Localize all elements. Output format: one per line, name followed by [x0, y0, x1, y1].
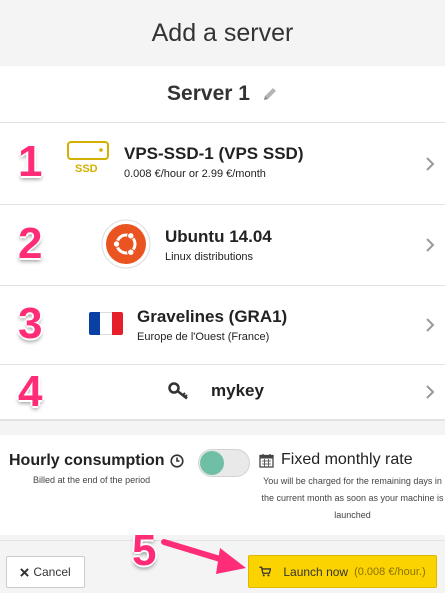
times-icon	[20, 567, 30, 577]
os-title: Ubuntu 14.04	[165, 227, 272, 246]
step-number-4: 4	[18, 367, 43, 416]
pencil-icon[interactable]	[262, 86, 278, 102]
hourly-consumption-label[interactable]: Hourly consumption	[9, 452, 165, 470]
arrow-icon	[161, 539, 246, 574]
model-subtitle: 0.008 €/hour or 2.99 €/month	[124, 168, 266, 180]
fixed-monthly-rate-note: You will be charged for the remaining da…	[261, 476, 444, 520]
ssh-key-title: mykey	[211, 381, 264, 400]
server-name-row[interactable]: Server 1	[0, 66, 445, 123]
billing-toggle-knob	[200, 451, 224, 475]
model-row[interactable]: 1 SSD VPS-SSD-1 (VPS SSD) 0.008 €/hour o…	[0, 123, 445, 205]
step-number-3: 3	[18, 299, 43, 348]
cancel-button[interactable]: Cancel	[6, 556, 85, 588]
step-number-1: 1	[18, 137, 43, 186]
clock-icon	[170, 454, 184, 468]
step-number-2: 2	[18, 219, 43, 268]
step-number-5: 5	[132, 526, 157, 575]
hourly-consumption-note: Billed at the end of the period	[33, 475, 151, 485]
chevron-right-icon	[426, 318, 435, 332]
chevron-right-icon	[426, 238, 435, 252]
ssd-drive-icon: SSD	[66, 139, 112, 181]
page-title-text: Add a server	[151, 18, 294, 47]
launch-now-price: (0.008 €/hour.)	[354, 565, 426, 578]
cancel-button-label: Cancel	[33, 565, 71, 579]
location-row[interactable]: 3 Gravelines (GRA1) Europe de l'Ouest (F…	[0, 286, 445, 365]
os-row[interactable]: 2 Ubuntu 14.04 Linux distributions	[0, 205, 445, 286]
cart-icon	[259, 566, 272, 577]
model-title: VPS-SSD-1 (VPS SSD)	[124, 144, 304, 163]
key-icon	[168, 382, 188, 400]
ubuntu-logo	[101, 219, 151, 269]
billing-options: Hourly consumption Billed at the end of …	[0, 435, 445, 535]
ssh-key-row[interactable]: 4 mykey	[0, 365, 445, 420]
france-flag	[89, 312, 123, 335]
calendar-icon	[259, 454, 274, 468]
chevron-right-icon	[426, 385, 435, 399]
billing-toggle[interactable]	[198, 449, 250, 477]
server-name: Server 1	[167, 82, 250, 105]
fixed-monthly-rate-label[interactable]: Fixed monthly rate	[281, 451, 413, 469]
location-title: Gravelines (GRA1)	[137, 307, 288, 326]
ssd-badge-label: SSD	[75, 163, 98, 175]
os-subtitle: Linux distributions	[165, 251, 254, 263]
launch-now-button[interactable]: Launch now (0.008 €/hour.)	[248, 555, 437, 588]
launch-now-label: Launch now	[283, 564, 349, 579]
chevron-right-icon	[426, 157, 435, 171]
page-title: Add a server	[0, 0, 445, 67]
location-subtitle: Europe de l'Ouest (France)	[137, 331, 270, 343]
